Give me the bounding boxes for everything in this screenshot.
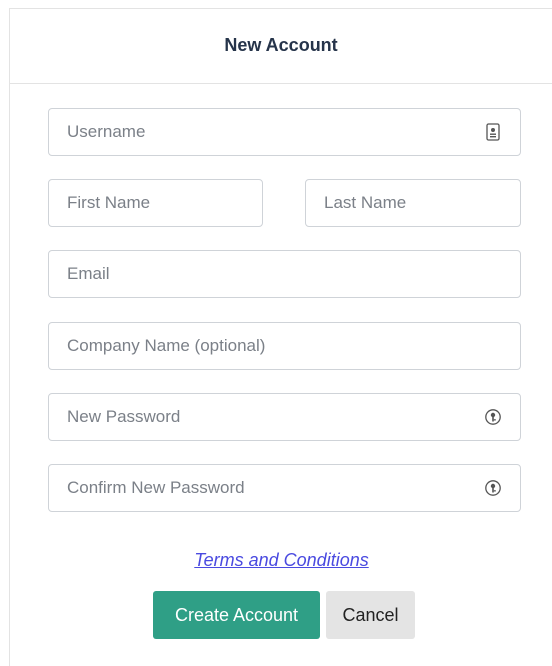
new-password-placeholder: New Password xyxy=(67,407,181,426)
password-key-icon[interactable] xyxy=(484,479,502,497)
email-placeholder: Email xyxy=(67,264,110,283)
company-name-field[interactable]: Company Name (optional) xyxy=(48,322,521,370)
new-account-panel: New Account Username First Name Last Nam… xyxy=(9,8,552,666)
company-name-placeholder: Company Name (optional) xyxy=(67,336,266,355)
first-name-placeholder: First Name xyxy=(67,193,151,212)
last-name-field[interactable]: Last Name xyxy=(305,179,521,227)
first-name-field[interactable]: First Name xyxy=(48,179,263,227)
contact-card-icon[interactable] xyxy=(484,123,502,141)
username-placeholder: Username xyxy=(67,122,146,141)
last-name-placeholder: Last Name xyxy=(324,193,407,212)
email-field[interactable]: Email xyxy=(48,250,521,298)
cancel-button[interactable]: Cancel xyxy=(326,591,415,639)
confirm-password-field[interactable]: Confirm New Password xyxy=(48,464,521,512)
password-key-icon[interactable] xyxy=(484,408,502,426)
confirm-password-placeholder: Confirm New Password xyxy=(67,478,245,497)
username-field[interactable]: Username xyxy=(48,108,521,156)
page-title: New Account xyxy=(224,34,338,55)
panel-header: New Account xyxy=(10,9,552,84)
new-password-field[interactable]: New Password xyxy=(48,393,521,441)
terms-and-conditions-link[interactable]: Terms and Conditions xyxy=(10,550,552,571)
create-account-button[interactable]: Create Account xyxy=(153,591,320,639)
